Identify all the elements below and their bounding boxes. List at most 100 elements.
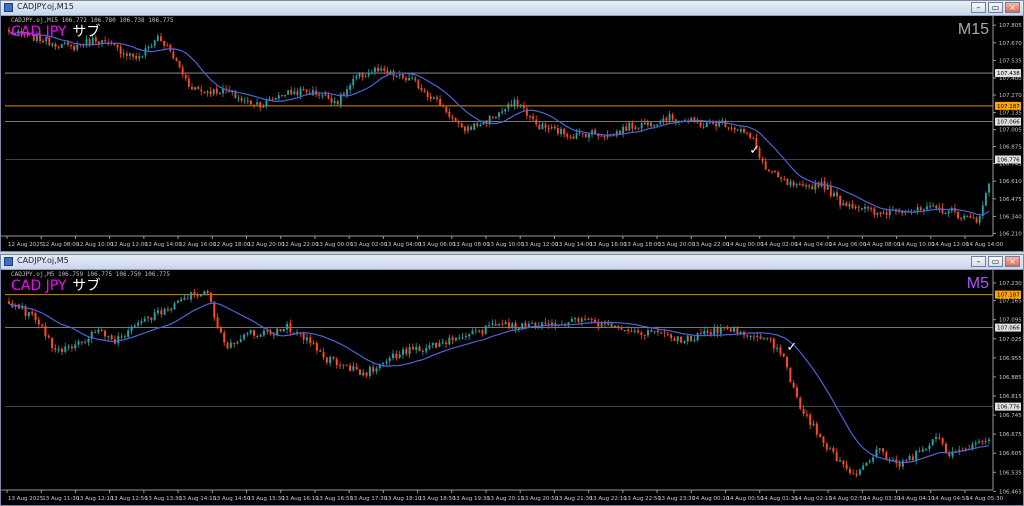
price-tick-label: 106.210 bbox=[999, 231, 1022, 237]
candle-body bbox=[305, 337, 308, 341]
candle-body bbox=[183, 297, 186, 300]
candle-body bbox=[501, 111, 504, 113]
candle-body bbox=[538, 124, 541, 130]
candle-body bbox=[218, 92, 221, 94]
minimize-button[interactable]: – bbox=[971, 2, 986, 13]
candle-body bbox=[322, 352, 325, 358]
candle-body bbox=[302, 333, 305, 340]
candle-body bbox=[276, 328, 279, 335]
price-tick-label: 107.230 bbox=[999, 281, 1022, 287]
candle-body bbox=[786, 179, 789, 185]
candle-body bbox=[256, 102, 259, 105]
candle-body bbox=[550, 126, 553, 129]
candle-body bbox=[385, 361, 388, 364]
close-button[interactable]: × bbox=[1005, 256, 1020, 267]
candle-body bbox=[643, 334, 646, 336]
candle-body bbox=[166, 309, 169, 311]
candle-body bbox=[293, 91, 296, 95]
price-tick-label: 107.535 bbox=[999, 58, 1022, 64]
candle-body bbox=[429, 96, 432, 100]
candle-body bbox=[57, 46, 60, 48]
close-button[interactable]: × bbox=[1005, 2, 1020, 13]
candle-body bbox=[507, 104, 510, 109]
candlestick-chart-m5[interactable]: 107.230 107.165 107.095 107.025 106.955 106.8… bbox=[1, 270, 1023, 506]
candle-body bbox=[798, 183, 801, 185]
candle-body bbox=[498, 112, 500, 117]
candle-body bbox=[941, 207, 944, 214]
symbol-sub: サブ bbox=[72, 278, 101, 294]
candle-body bbox=[324, 94, 327, 96]
candle-body bbox=[160, 310, 163, 315]
candle-body bbox=[643, 122, 646, 125]
candle-body bbox=[851, 203, 854, 209]
candle-body bbox=[617, 325, 620, 327]
symbol-label: CAD JPY サブ bbox=[11, 275, 100, 295]
candle-body bbox=[513, 99, 516, 107]
candle-body bbox=[461, 337, 464, 339]
candle-body bbox=[858, 469, 861, 475]
candle-body bbox=[627, 329, 630, 332]
maximize-button[interactable]: ▭ bbox=[988, 256, 1003, 267]
candle-body bbox=[186, 298, 189, 300]
candle-body bbox=[153, 40, 156, 46]
candle-body bbox=[578, 132, 581, 134]
candle-body bbox=[441, 342, 444, 344]
time-tick-label: 13 Aug 15:30 bbox=[248, 496, 286, 502]
chart-window-m5[interactable]: CADJPY.oj,M5 – ▭ × 107.230 107.165 107.095… bbox=[0, 254, 1024, 506]
time-tick-label: 12 Aug 14:00 bbox=[145, 242, 183, 248]
candle-body bbox=[380, 68, 383, 71]
time-tick-label: 13 Aug 08:00 bbox=[453, 242, 491, 248]
candle-body bbox=[327, 94, 330, 99]
chart-window-m15[interactable]: CADJPY.oj,M15 – ▭ × 107.805 107.670 107.53… bbox=[0, 0, 1024, 252]
time-tick-label: 13 Aug 12:00 bbox=[521, 242, 559, 248]
candle-body bbox=[333, 100, 336, 104]
candle-body bbox=[312, 343, 315, 345]
time-tick-label: 13 Aug 10:00 bbox=[487, 242, 525, 248]
candle-body bbox=[845, 202, 848, 207]
time-tick-label: 13 Aug 14:10 bbox=[179, 496, 217, 502]
candle-body bbox=[110, 335, 113, 340]
candle-body bbox=[569, 136, 572, 138]
candle-body bbox=[957, 211, 959, 219]
candle-body bbox=[464, 336, 467, 338]
candle-body bbox=[969, 216, 972, 218]
candle-body bbox=[484, 325, 487, 334]
candle-body bbox=[759, 336, 762, 339]
candle-body bbox=[623, 330, 626, 332]
candle-body bbox=[584, 134, 587, 138]
candle-body bbox=[795, 183, 798, 186]
candle-body bbox=[634, 127, 637, 129]
window-titlebar[interactable]: CADJPY.oj,M5 – ▭ × bbox=[1, 255, 1023, 270]
candlestick-chart-m15[interactable]: 107.805107.670107.535107.400107.270107.1… bbox=[1, 16, 1023, 252]
timeframe-label: M15 bbox=[957, 21, 989, 38]
candle-body bbox=[457, 121, 460, 124]
candle-body bbox=[147, 317, 150, 319]
candle-body bbox=[216, 317, 219, 328]
candle-body bbox=[777, 172, 780, 178]
candle-body bbox=[237, 98, 240, 100]
candle-body bbox=[792, 181, 795, 186]
candle-body bbox=[870, 208, 873, 210]
candle-body bbox=[448, 111, 451, 117]
minimize-button[interactable]: – bbox=[971, 256, 986, 267]
candle-body bbox=[600, 323, 603, 327]
candle-body bbox=[425, 347, 428, 352]
candle-body bbox=[855, 473, 858, 475]
candle-body bbox=[405, 348, 408, 354]
time-tick-label: 14 Aug 02:00 bbox=[761, 242, 799, 248]
time-tick-label: 13 Aug 13:30 bbox=[145, 496, 183, 502]
candle-body bbox=[339, 364, 342, 366]
maximize-button[interactable]: ▭ bbox=[988, 2, 1003, 13]
candle-body bbox=[833, 192, 835, 197]
time-tick-label: 14 Aug 02:10 bbox=[795, 496, 833, 502]
time-tick-label: 14 Aug 14:00 bbox=[966, 242, 1004, 248]
candle-body bbox=[625, 126, 628, 131]
candle-body bbox=[129, 53, 131, 56]
candle-body bbox=[243, 100, 246, 102]
candle-body bbox=[253, 330, 255, 336]
window-titlebar[interactable]: CADJPY.oj,M15 – ▭ × bbox=[1, 1, 1023, 16]
candle-body bbox=[633, 330, 636, 332]
candle-body bbox=[756, 335, 759, 338]
candle-body bbox=[117, 336, 120, 344]
candle-body bbox=[274, 98, 277, 100]
